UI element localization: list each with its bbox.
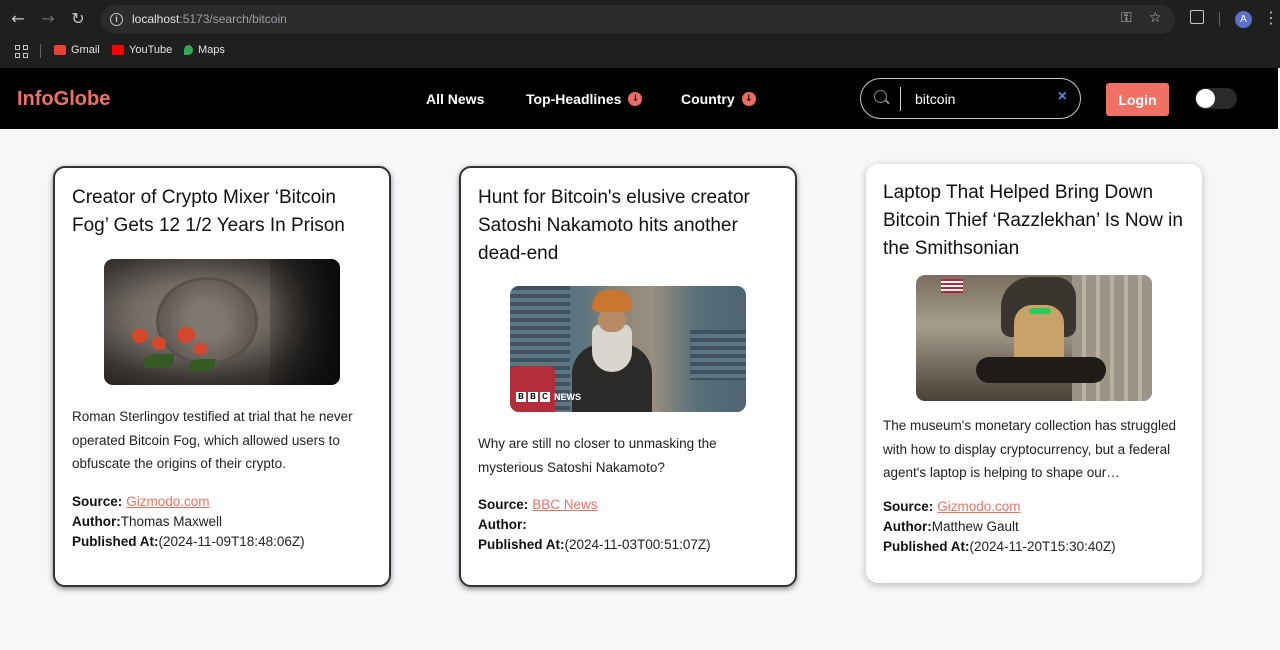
article-published: Published At:(2024-11-20T15:30:40Z) <box>883 537 1185 557</box>
dropdown-arrow-icon: ↓ <box>628 92 643 106</box>
maps-icon <box>184 45 193 55</box>
bookmark-label: Gmail <box>71 44 100 56</box>
source-link[interactable]: BBC News <box>532 497 597 512</box>
star-icon[interactable]: ☆ <box>1149 10 1162 26</box>
article-description: Why are still no closer to unmasking the… <box>478 436 717 475</box>
author-name: Matthew Gault <box>931 519 1019 534</box>
login-button[interactable]: Login <box>1106 83 1169 116</box>
site-info-icon[interactable]: i <box>110 13 123 26</box>
article-description: Roman Sterlingov testified at trial that… <box>72 409 353 471</box>
nav-country[interactable]: Country ↓ <box>681 91 756 107</box>
turban-shape <box>592 290 632 312</box>
source-label: Source: <box>883 499 934 514</box>
nav-all-news-label: All News <box>426 91 485 107</box>
brand-logo[interactable]: InfoGlobe <box>17 88 110 111</box>
toolbar-divider <box>1219 12 1220 26</box>
bbc-news-caption: NEWS <box>554 392 581 402</box>
bookmark-label: YouTube <box>129 44 173 56</box>
apps-icon[interactable] <box>15 45 28 58</box>
source-label: Source: <box>72 494 123 509</box>
article-image[interactable] <box>104 259 340 385</box>
news-card[interactable]: Hunt for Bitcoin's elusive creator Satos… <box>459 166 797 587</box>
published-date: (2024-11-03T00:51:07Z) <box>564 537 711 552</box>
search-box: × <box>860 78 1081 119</box>
source-link[interactable]: Gizmodo.com <box>937 499 1020 514</box>
toggle-knob <box>1196 89 1215 108</box>
extensions-icon[interactable] <box>1190 10 1204 24</box>
article-author: Author: <box>478 515 778 535</box>
shutter-shape <box>690 330 746 380</box>
nav-country-label: Country <box>681 91 735 107</box>
source-label: Source: <box>478 497 529 512</box>
article-source: Source: Gizmodo.com <box>883 497 1185 517</box>
article-source: Source: Gizmodo.com <box>72 492 372 512</box>
author-label: Author: <box>478 517 527 532</box>
flower-shape <box>177 327 195 343</box>
author-label: Author: <box>72 514 121 529</box>
search-divider <box>900 87 901 111</box>
news-card[interactable]: Creator of Crypto Mixer ‘Bitcoin Fog’ Ge… <box>53 166 391 587</box>
glasses-shape <box>1029 308 1051 314</box>
flower-shape <box>194 343 207 355</box>
app-navbar: InfoGlobe All News Top-Headlines ↓ Count… <box>0 68 1278 129</box>
article-title[interactable]: Hunt for Bitcoin's elusive creator Satos… <box>478 184 778 269</box>
source-link[interactable]: Gizmodo.com <box>126 494 209 509</box>
key-icon[interactable]: ⚿ <box>1121 10 1132 26</box>
flower-shape <box>132 329 148 343</box>
article-published: Published At:(2024-11-09T18:48:06Z) <box>72 532 372 552</box>
theme-toggle[interactable] <box>1195 88 1237 109</box>
url-host: localhost <box>132 12 180 26</box>
published-date: (2024-11-20T15:30:40Z) <box>969 539 1116 554</box>
url-path: :5173/search/bitcoin <box>179 12 287 26</box>
article-published: Published At:(2024-11-03T00:51:07Z) <box>478 535 778 555</box>
profile-avatar[interactable]: A <box>1235 11 1252 28</box>
flower-shape <box>152 337 166 350</box>
article-title[interactable]: Laptop That Helped Bring Down Bitcoin Th… <box>883 179 1185 264</box>
forward-icon[interactable]: → <box>37 8 59 30</box>
youtube-icon <box>112 45 124 55</box>
clear-search-icon[interactable]: × <box>1058 88 1067 106</box>
back-icon[interactable]: ← <box>7 8 29 30</box>
article-title[interactable]: Creator of Crypto Mixer ‘Bitcoin Fog’ Ge… <box>72 184 372 241</box>
browser-toolbar: ← → ↻ i localhost:5173/search/bitcoin ⚿ … <box>0 0 1280 38</box>
leaf-shape <box>144 354 174 368</box>
reload-icon[interactable]: ↻ <box>67 8 89 30</box>
bookmark-label: Maps <box>198 44 225 56</box>
seal-shape <box>156 277 258 365</box>
nav-all-news[interactable]: All News <box>426 91 484 107</box>
published-date: (2024-11-09T18:48:06Z) <box>158 534 305 549</box>
published-label: Published At: <box>72 534 159 549</box>
bookmark-youtube[interactable]: YouTube <box>112 44 172 56</box>
news-card[interactable]: Laptop That Helped Bring Down Bitcoin Th… <box>866 164 1202 583</box>
bookmark-maps[interactable]: Maps <box>184 44 225 56</box>
bookmark-gmail[interactable]: Gmail <box>54 44 100 56</box>
nav-top-headlines[interactable]: Top-Headlines ↓ <box>526 91 643 107</box>
browser-chrome: ← → ↻ i localhost:5173/search/bitcoin ⚿ … <box>0 0 1280 68</box>
bookmark-divider <box>40 44 41 58</box>
menu-icon[interactable]: ⋮ <box>1263 8 1279 28</box>
image-shadow <box>270 259 340 385</box>
legs-shape <box>976 357 1106 383</box>
url-text[interactable]: localhost:5173/search/bitcoin <box>132 12 287 26</box>
dropdown-arrow-icon: ↓ <box>741 92 756 106</box>
chair-shape <box>510 366 555 412</box>
author-label: Author: <box>883 519 932 534</box>
article-image[interactable]: BBC NEWS <box>510 286 746 412</box>
gmail-icon <box>54 45 66 55</box>
search-input[interactable] <box>915 89 1055 109</box>
article-author: Author:Thomas Maxwell <box>72 512 372 532</box>
published-label: Published At: <box>883 539 970 554</box>
article-image[interactable] <box>916 275 1152 401</box>
leaf-shape <box>189 359 215 371</box>
published-label: Published At: <box>478 537 565 552</box>
nav-top-headlines-label: Top-Headlines <box>526 91 622 107</box>
article-source: Source: BBC News <box>478 495 778 515</box>
article-description: The museum's monetary collection has str… <box>883 418 1176 480</box>
search-icon[interactable] <box>874 90 887 103</box>
article-author: Author:Matthew Gault <box>883 517 1185 537</box>
author-name: Thomas Maxwell <box>120 514 223 529</box>
address-bar[interactable]: i localhost:5173/search/bitcoin ⚿ ☆ <box>101 5 1175 34</box>
flag-shape <box>941 279 963 293</box>
bbc-news-logo: BBC NEWS <box>516 392 581 402</box>
